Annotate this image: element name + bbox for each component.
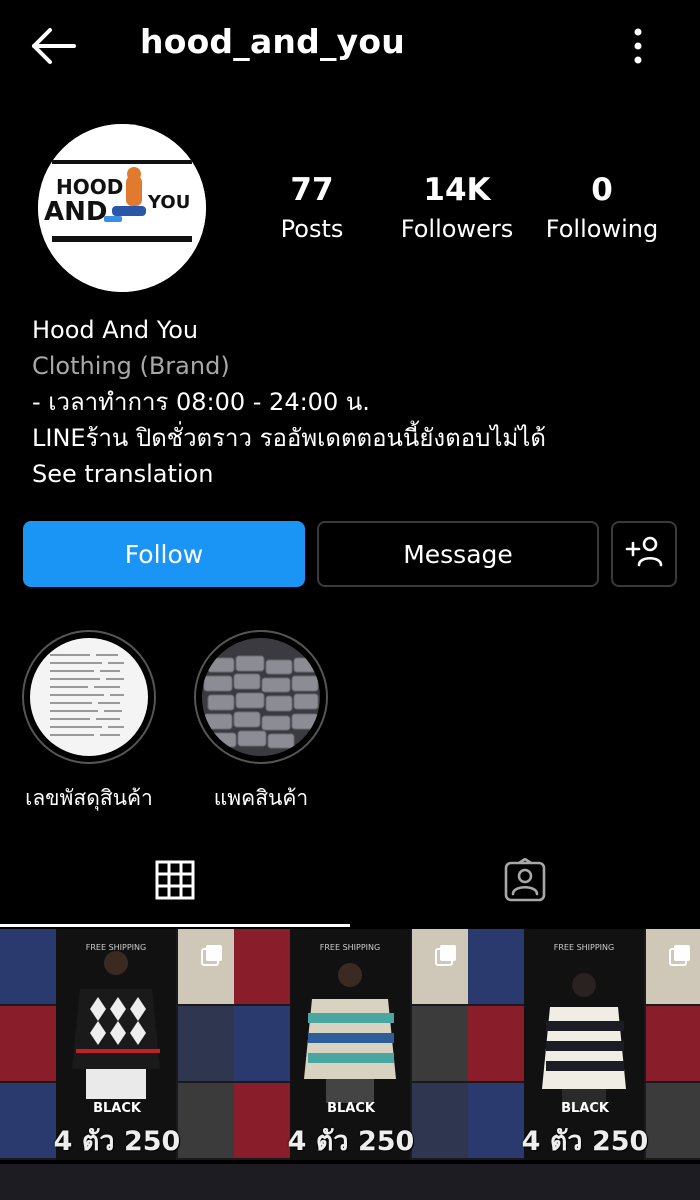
profile-category: Clothing (Brand) (32, 352, 230, 380)
thumb-cell (468, 1006, 524, 1081)
active-tab-indicator (0, 924, 350, 927)
bio-line-line-notice: LINEร้าน ปิดชั่วตราว รออัพเดตตอนนี้ยังตอ… (32, 424, 546, 452)
post-tile-partial[interactable] (234, 1164, 468, 1200)
highlight-label: แพคสินค้า (213, 786, 309, 810)
following-count: 0 (591, 172, 613, 208)
suggested-accounts-button[interactable] (611, 521, 677, 587)
followers-stat[interactable]: 14K Followers (392, 170, 522, 246)
multiple-photos-icon (668, 943, 692, 967)
more-options-icon[interactable] (620, 24, 656, 68)
thumb-cell (412, 1006, 468, 1081)
thumb-cell (178, 1006, 234, 1081)
following-stat[interactable]: 0 Following (540, 170, 664, 246)
highlight-item[interactable]: แพคสินค้า (186, 630, 336, 815)
logo-text-hood: HOOD (56, 175, 123, 199)
highlight-label: เลขพัสดุสินค้า (25, 786, 153, 810)
logo-text-and: AND (44, 197, 107, 227)
thumb-cell (234, 1006, 290, 1081)
post-tile[interactable]: FREE SHIPPING BLACK 4 ตัว 250 (0, 929, 234, 1160)
posts-stat[interactable]: 77 Posts (262, 170, 362, 246)
post-color-label: BLACK (93, 1101, 141, 1116)
post-tile-partial[interactable] (468, 1164, 700, 1200)
thumb-cell (0, 929, 56, 1004)
highlight-ring (194, 630, 328, 764)
post-price-label: 4 ตัว 250 (287, 1126, 415, 1157)
post-tile[interactable]: FREE SHIPPING BLACK 4 ตัว 250 (234, 929, 468, 1160)
followers-count: 14K (423, 172, 491, 208)
profile-avatar[interactable]: HOOD AND YOU (38, 124, 206, 292)
multiple-photos-icon (200, 943, 224, 967)
posts-label: Posts (280, 215, 344, 243)
top-bar: hood_and_you (0, 0, 700, 92)
post-tile[interactable]: FREE SHIPPING BLACK 4 ตัว 250 (468, 929, 700, 1160)
follow-button[interactable]: Follow (23, 521, 305, 587)
posts-grid: FREE SHIPPING BLACK 4 ตัว 250 FREE SHIPP… (0, 929, 700, 1200)
post-tile-partial[interactable] (0, 1164, 234, 1200)
followers-label: Followers (400, 215, 514, 243)
thumb-cell (0, 1006, 56, 1081)
highlight-cover-tracking (30, 638, 148, 756)
see-translation-link[interactable]: See translation (32, 456, 672, 492)
profile-name: Hood And You (32, 316, 199, 344)
highlight-cover-packing (202, 638, 320, 756)
thumb-cell (468, 929, 524, 1004)
thumb-cell (646, 1006, 700, 1081)
message-button[interactable]: Message (317, 521, 599, 587)
tagged-person-icon (503, 857, 547, 906)
multiple-photos-icon (434, 943, 458, 967)
post-color-label: BLACK (561, 1101, 609, 1116)
back-arrow-icon[interactable] (26, 22, 82, 70)
profile-bio: Hood And You Clothing (Brand) - เวลาทำกา… (32, 312, 672, 492)
person-plus-icon (624, 534, 664, 574)
profile-tabs (0, 838, 700, 928)
tab-tagged[interactable] (350, 838, 700, 926)
thumb-cell (234, 929, 290, 1004)
post-price-label: 4 ตัว 250 (521, 1126, 649, 1157)
grid-icon (155, 860, 195, 904)
profile-username: hood_and_you (140, 22, 405, 61)
highlight-item[interactable]: เลขพัสดุสินค้า (14, 630, 164, 815)
highlight-ring (22, 630, 156, 764)
post-color-label: BLACK (327, 1101, 375, 1116)
following-label: Following (545, 215, 659, 243)
bio-line-hours: - เวลาทำการ 08:00 - 24:00 น. (32, 388, 370, 416)
logo-text-you: YOU (147, 192, 190, 213)
post-price-label: 4 ตัว 250 (53, 1126, 181, 1157)
tab-posts-grid[interactable] (0, 838, 350, 926)
posts-count: 77 (290, 172, 334, 208)
